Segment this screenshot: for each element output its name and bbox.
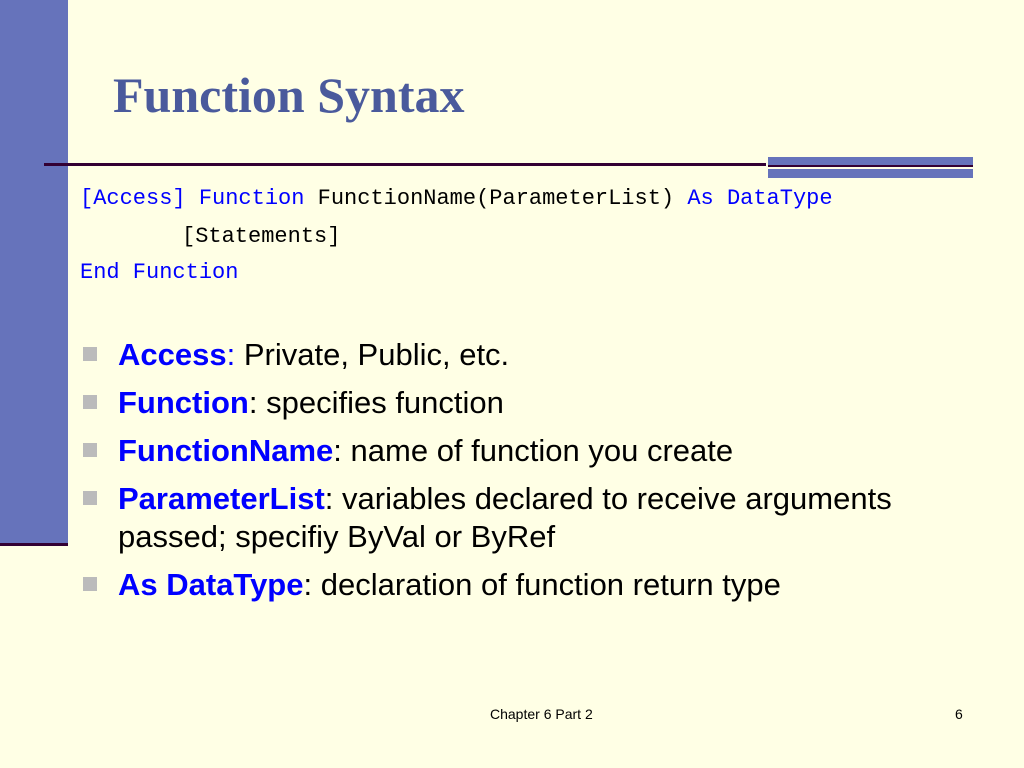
bullet-text: specifies function [257, 385, 504, 420]
left-accent-bar-line [0, 543, 68, 546]
square-bullet-icon [83, 491, 97, 505]
square-bullet-icon [83, 347, 97, 361]
bullet-term: Access [118, 337, 227, 372]
bullet-term: Function [118, 385, 249, 420]
bullet-item: FunctionName: name of function you creat… [80, 432, 980, 470]
code-end-function: End Function [80, 260, 239, 285]
bullet-list: Access: Private, Public, etc. Function: … [80, 336, 980, 614]
bullet-term: FunctionName [118, 433, 334, 468]
divider-accent-top [768, 157, 973, 165]
code-datatype: DataType [726, 186, 833, 211]
square-bullet-icon [83, 443, 97, 457]
bullet-item: ParameterList: variables declared to rec… [80, 480, 980, 556]
bullet-term: ParameterList [118, 481, 325, 516]
divider-accent-bottom [768, 169, 973, 178]
code-access: [Access] [80, 186, 186, 211]
code-line-end: End Function [80, 260, 238, 285]
bullet-item: Function: specifies function [80, 384, 980, 422]
bullet-text: Private, Public, etc. [235, 337, 510, 372]
title-divider [44, 163, 766, 166]
bullet-term: As DataType [118, 567, 304, 602]
code-function-keyword: Function [198, 186, 305, 211]
code-statements: [Statements] [182, 224, 341, 249]
code-as-keyword: As [687, 186, 714, 211]
square-bullet-icon [83, 577, 97, 591]
bullet-item: As DataType: declaration of function ret… [80, 566, 980, 604]
code-line-signature: [Access] Function FunctionName(Parameter… [80, 186, 833, 211]
slide-title: Function Syntax [113, 67, 465, 123]
divider-accent-line [768, 165, 973, 167]
slide-number: 6 [955, 706, 963, 722]
code-function-name: FunctionName(ParameterList) [317, 186, 675, 211]
left-accent-bar [0, 0, 68, 545]
bullet-text: name of function you create [341, 433, 734, 468]
footer-chapter: Chapter 6 Part 2 [490, 706, 593, 722]
square-bullet-icon [83, 395, 97, 409]
bullet-text: declaration of function return type [312, 567, 781, 602]
code-line-statements: [Statements] [182, 224, 340, 249]
bullet-item: Access: Private, Public, etc. [80, 336, 980, 374]
